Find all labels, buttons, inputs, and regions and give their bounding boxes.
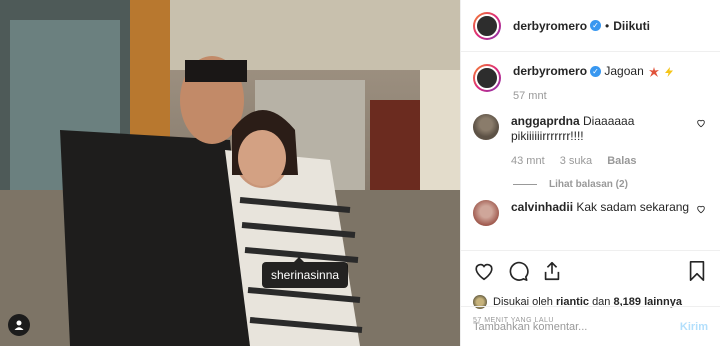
photo-image xyxy=(0,0,460,346)
reply-button[interactable]: Balas xyxy=(607,155,636,167)
comment-icon[interactable] xyxy=(507,260,529,282)
commenter-avatar[interactable] xyxy=(473,114,499,140)
send-button[interactable]: Kirim xyxy=(680,321,708,333)
author-username[interactable]: derbyromero xyxy=(513,19,587,33)
user-tag-icon[interactable] xyxy=(8,314,30,336)
instagram-post: sherinasinna derbyromero ✓ • Diikuti der… xyxy=(0,0,720,346)
post-photo[interactable]: sherinasinna xyxy=(0,0,460,346)
follow-button[interactable]: Diikuti xyxy=(613,19,650,33)
share-icon[interactable] xyxy=(541,260,563,282)
comment-box: Tambahkan komentar... Kirim xyxy=(461,306,720,346)
comment-likes-count[interactable]: 3 suka xyxy=(560,155,592,167)
collision-emoji xyxy=(649,66,660,77)
caption-time[interactable]: 57 mnt xyxy=(513,90,547,102)
comments-list: derbyromero ✓ Jagoan 57 mnt anggaprdna Di… xyxy=(461,52,720,250)
commenter-username[interactable]: anggaprdna xyxy=(511,114,580,128)
caption: derbyromero ✓ Jagoan 57 mnt xyxy=(473,64,708,104)
post-sidebar: derbyromero ✓ • Diikuti derbyromero ✓ Jag… xyxy=(460,0,720,346)
verified-badge-icon: ✓ xyxy=(590,66,602,78)
photo-user-tag[interactable]: sherinasinna xyxy=(262,257,349,288)
verified-badge-icon: ✓ xyxy=(590,20,602,31)
caption-text: Jagoan xyxy=(604,64,644,78)
post-header: derbyromero ✓ • Diikuti xyxy=(461,0,720,52)
commenter-username[interactable]: calvinhadii xyxy=(511,200,573,214)
author-avatar[interactable] xyxy=(473,11,501,40)
view-replies-button[interactable]: Lihat balasan (2) xyxy=(513,179,708,190)
heart-icon[interactable] xyxy=(473,260,495,282)
replies-divider xyxy=(513,184,537,185)
caption-username[interactable]: derbyromero xyxy=(513,64,587,78)
view-replies-label: Lihat balasan (2) xyxy=(549,179,628,190)
comment-like-icon[interactable] xyxy=(694,204,708,217)
commenter-avatar[interactable] xyxy=(473,200,499,226)
comment-item: anggaprdna Diaaaaaa pikiiiiiirrrrrrr!!!!… xyxy=(473,114,708,169)
comment-like-icon[interactable] xyxy=(694,118,708,131)
comment-text: Kak sadam sekarang xyxy=(576,200,690,214)
comment-item: calvinhadii Kak sadam sekarang xyxy=(473,200,708,226)
comment-input[interactable]: Tambahkan komentar... xyxy=(473,321,587,333)
comment-time[interactable]: 43 mnt xyxy=(511,155,545,167)
separator-dot: • xyxy=(605,18,610,33)
lightning-emoji xyxy=(665,66,674,77)
bookmark-icon[interactable] xyxy=(686,260,708,282)
caption-avatar[interactable] xyxy=(473,64,501,92)
